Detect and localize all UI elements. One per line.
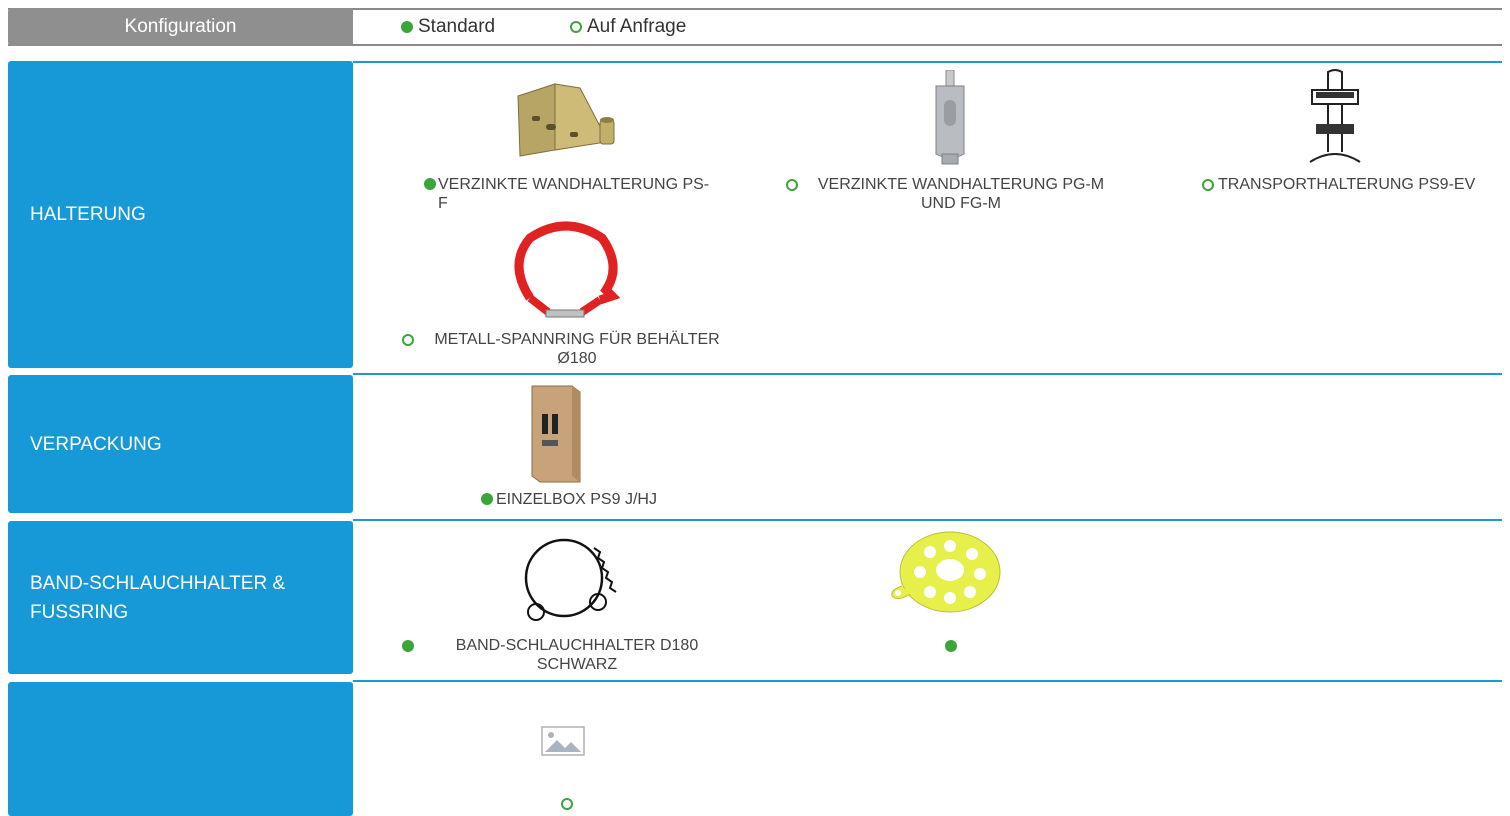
section-divider	[353, 373, 1502, 375]
placeholder-image[interactable]	[541, 726, 585, 756]
category-extra	[8, 682, 353, 816]
standard-marker-icon	[945, 640, 957, 652]
section-divider	[353, 680, 1502, 682]
category-label: VERPACKUNG	[30, 433, 162, 455]
transport-bracket-image[interactable]	[1306, 68, 1364, 164]
config-header-label: Konfiguration	[8, 8, 353, 46]
standard-marker-icon	[481, 493, 493, 505]
category-label: HALTERUNG	[30, 204, 146, 225]
box-image[interactable]	[528, 384, 584, 484]
on-request-marker-icon	[786, 179, 798, 191]
wall-bracket-pg-image[interactable]	[930, 70, 970, 166]
item-label: BAND-SCHLAUCHHALTER D180 SCHWARZ	[455, 637, 699, 673]
item-label: VERZINKTE WANDHALTERUNG PG-M UND FG-M	[817, 176, 1105, 212]
category-halterung: HALTERUNG	[8, 61, 353, 368]
section-divider	[353, 519, 1502, 521]
item-label: METALL-SPANNRING FÜR BEHÄLTER Ø180	[434, 331, 720, 367]
category-label: BAND-SCHLAUCHHALTER & FUSSRING	[30, 572, 286, 623]
on-request-marker-icon	[1202, 179, 1214, 191]
on-request-marker-icon	[570, 21, 582, 33]
standard-marker-icon	[401, 21, 413, 33]
item-label: EINZELBOX PS9 J/HJ	[496, 491, 657, 508]
hose-holder-image[interactable]	[518, 528, 618, 626]
legend-on-request: Auf Anfrage	[570, 8, 686, 46]
legend-standard: Standard	[401, 8, 495, 46]
category-band-schlauchhalter: BAND-SCHLAUCHHALTER & FUSSRING	[8, 521, 353, 674]
category-verpackung: VERPACKUNG	[8, 375, 353, 513]
wall-bracket-image[interactable]	[510, 78, 620, 160]
legend-standard-label: Standard	[418, 16, 496, 37]
tension-ring-image[interactable]	[508, 220, 620, 328]
section-divider	[353, 61, 1502, 63]
on-request-marker-icon	[561, 798, 573, 810]
foot-ring-image[interactable]	[888, 530, 1004, 616]
standard-marker-icon	[402, 640, 414, 652]
on-request-marker-icon	[402, 334, 414, 346]
standard-marker-icon	[424, 178, 436, 190]
legend-on-request-label: Auf Anfrage	[587, 16, 687, 37]
item-label: VERZINKTE WANDHALTERUNG PS-F	[438, 176, 710, 212]
item-label: TRANSPORTHALTERUNG PS9-EV	[1218, 176, 1476, 193]
